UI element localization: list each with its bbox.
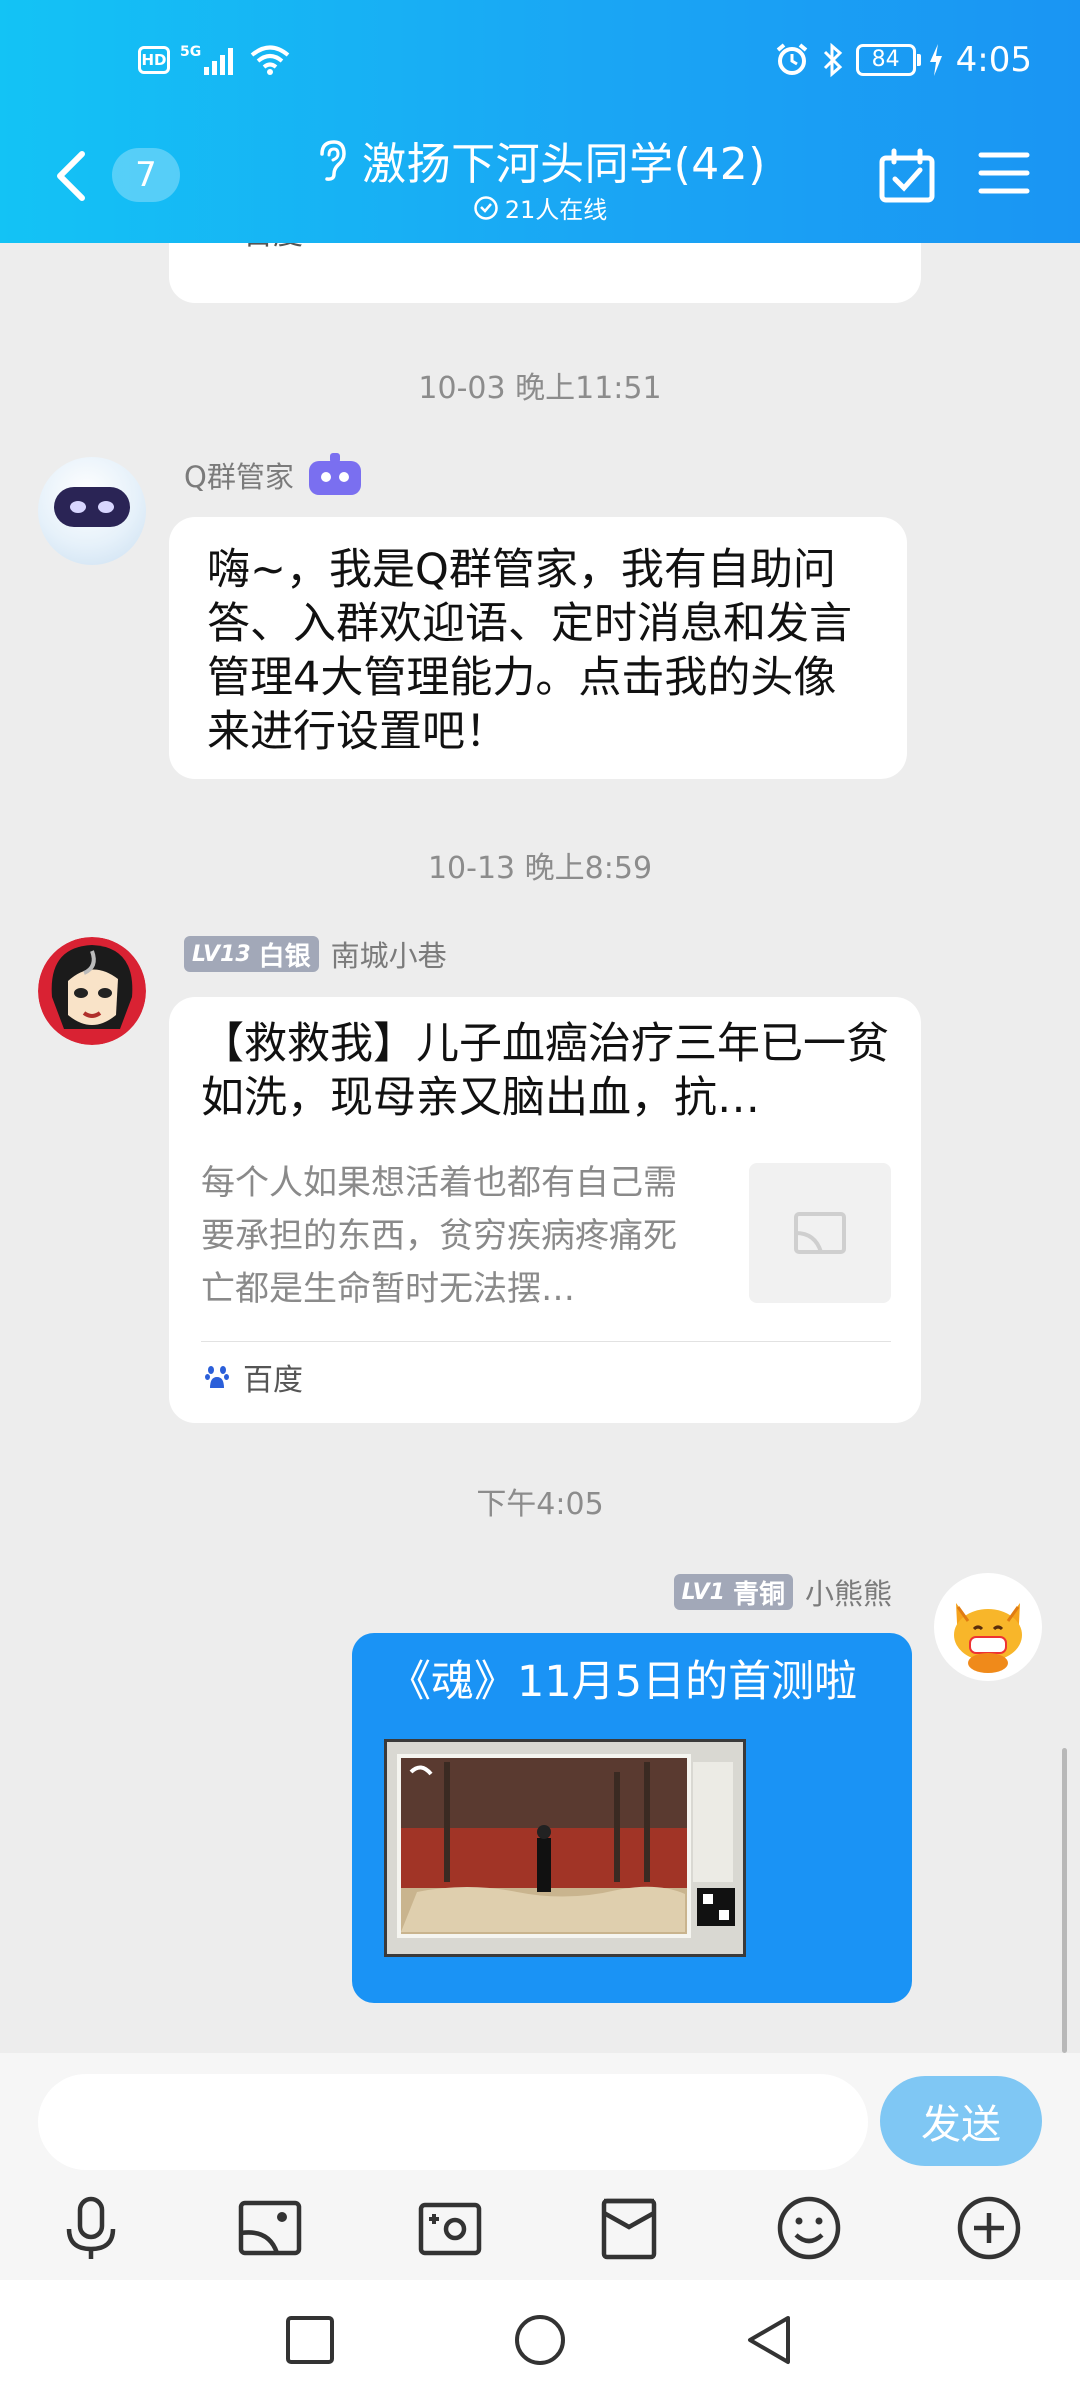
online-count: 21人在线 — [504, 196, 608, 224]
previous-share-card[interactable]: 百度 — [169, 243, 921, 303]
share-source-label: 百度 — [243, 243, 303, 253]
self-message-bubble[interactable]: 《魂》11月5日的首测啦 — [352, 1633, 912, 2003]
level-badge: LV1 青铜 — [673, 1574, 793, 1610]
wifi-icon — [250, 45, 290, 75]
timestamp: 10-13 晚上8:59 — [427, 851, 653, 886]
menu-icon[interactable] — [978, 150, 1030, 196]
share-source-label: 百度 — [243, 1363, 303, 1398]
chat-header: HD 5G 84 4:05 7 激扬下河头同学(42) 21人在线 — [0, 0, 1080, 243]
ear-icon — [320, 140, 346, 181]
bot-sender-row: Q群管家 — [184, 453, 364, 497]
bot-name: Q群管家 — [184, 460, 294, 494]
send-button[interactable]: 发送 — [880, 2076, 1042, 2166]
self-name: 小熊熊 — [804, 1577, 892, 1611]
group-title: 激扬下河头同学(42) — [362, 139, 766, 190]
bot-badge-icon — [308, 453, 361, 495]
red-packet-icon[interactable] — [594, 2193, 664, 2263]
rank-name: 青铜 — [732, 1579, 785, 1610]
recent-apps-icon[interactable] — [278, 2308, 342, 2372]
game-scene-icon — [387, 1742, 743, 1954]
baidu-paw-icon — [205, 243, 229, 244]
level-number: LV13 — [192, 941, 251, 967]
charging-icon — [929, 44, 942, 76]
share-source: 百度 — [205, 1355, 303, 1399]
user2-name: 南城小巷 — [330, 939, 447, 973]
message-input[interactable] — [38, 2074, 868, 2170]
plus-icon[interactable] — [954, 2193, 1024, 2263]
bot-message-bubble[interactable]: 嗨~，我是Q群管家，我有自助问答、入群欢迎语、定时消息和发言管理4大管理能力。点… — [169, 517, 907, 779]
status-bar: HD 5G 84 4:05 — [0, 0, 1080, 130]
calendar-check-icon[interactable] — [878, 148, 936, 204]
cartoon-girl-avatar-icon — [38, 937, 146, 1045]
share-title: 【救救我】儿子血癌治疗三年已一贫如洗，现母亲又脑出血，抗… — [201, 1019, 889, 1123]
game-poster-image[interactable] — [384, 1739, 746, 1957]
rank-name: 白银 — [258, 941, 311, 972]
share-card[interactable]: 【救救我】儿子血癌治疗三年已一贫如洗，现母亲又脑出血，抗… 每个人如果想活着也都… — [169, 997, 921, 1423]
back-nav-icon[interactable] — [738, 2308, 802, 2372]
share-description: 每个人如果想活着也都有自己需要承担的东西，贫穷疾病疼痛死亡都是生命暂时无法摆… — [201, 1163, 677, 1309]
bot-message-text: 嗨~，我是Q群管家，我有自助问答、入群欢迎语、定时消息和发言管理4大管理能力。点… — [207, 545, 852, 757]
user-avatar-nanchengxiaoxiang[interactable] — [38, 937, 146, 1045]
cartoon-cat-avatar-icon — [954, 1603, 1022, 1673]
network-type: 5G — [180, 44, 202, 60]
alarm-icon — [776, 43, 807, 75]
robot-face-icon — [54, 487, 130, 527]
baidu-paw-icon — [205, 1366, 229, 1388]
hd-icon: HD — [138, 46, 170, 74]
timestamp: 10-03 晚上11:51 — [418, 371, 662, 406]
image-placeholder-icon — [794, 1212, 846, 1254]
share-divider — [201, 1341, 891, 1342]
status-right: 84 4:05 — [774, 40, 1032, 80]
share-source: 百度 — [205, 243, 303, 253]
self-sender-row: LV1 青铜 小熊熊 — [673, 1571, 892, 1613]
timestamp: 下午4:05 — [476, 1487, 604, 1522]
battery-icon: 84 — [855, 44, 921, 76]
share-thumbnail — [749, 1163, 891, 1303]
user2-sender-row: LV13 白银 南城小巷 — [184, 933, 447, 975]
signal-icon: 5G — [180, 45, 240, 75]
camera-icon[interactable] — [415, 2193, 485, 2263]
bluetooth-icon — [823, 42, 842, 78]
input-panel: 发送 — [0, 2053, 1080, 2280]
level-badge: LV13 白银 — [184, 936, 319, 972]
image-icon[interactable] — [235, 2193, 305, 2263]
online-check-icon — [473, 195, 498, 220]
chat-area[interactable]: 百度 10-03 晚上11:51 Q群管家 嗨~，我是Q群管家，我有自助问答、入… — [0, 243, 1080, 2053]
clock: 4:05 — [955, 40, 1032, 80]
chat-scrollbar[interactable] — [1062, 1748, 1067, 2053]
emoji-icon[interactable] — [774, 2193, 844, 2263]
self-avatar[interactable] — [934, 1573, 1042, 1681]
level-number: LV1 — [681, 1579, 725, 1605]
system-navigation-bar — [0, 2280, 1080, 2400]
home-icon[interactable] — [508, 2308, 572, 2372]
status-left: HD 5G — [138, 44, 290, 76]
self-message-text: 《魂》11月5日的首测啦 — [388, 1657, 858, 1707]
microphone-icon[interactable] — [56, 2193, 126, 2263]
bot-avatar[interactable] — [38, 457, 146, 565]
